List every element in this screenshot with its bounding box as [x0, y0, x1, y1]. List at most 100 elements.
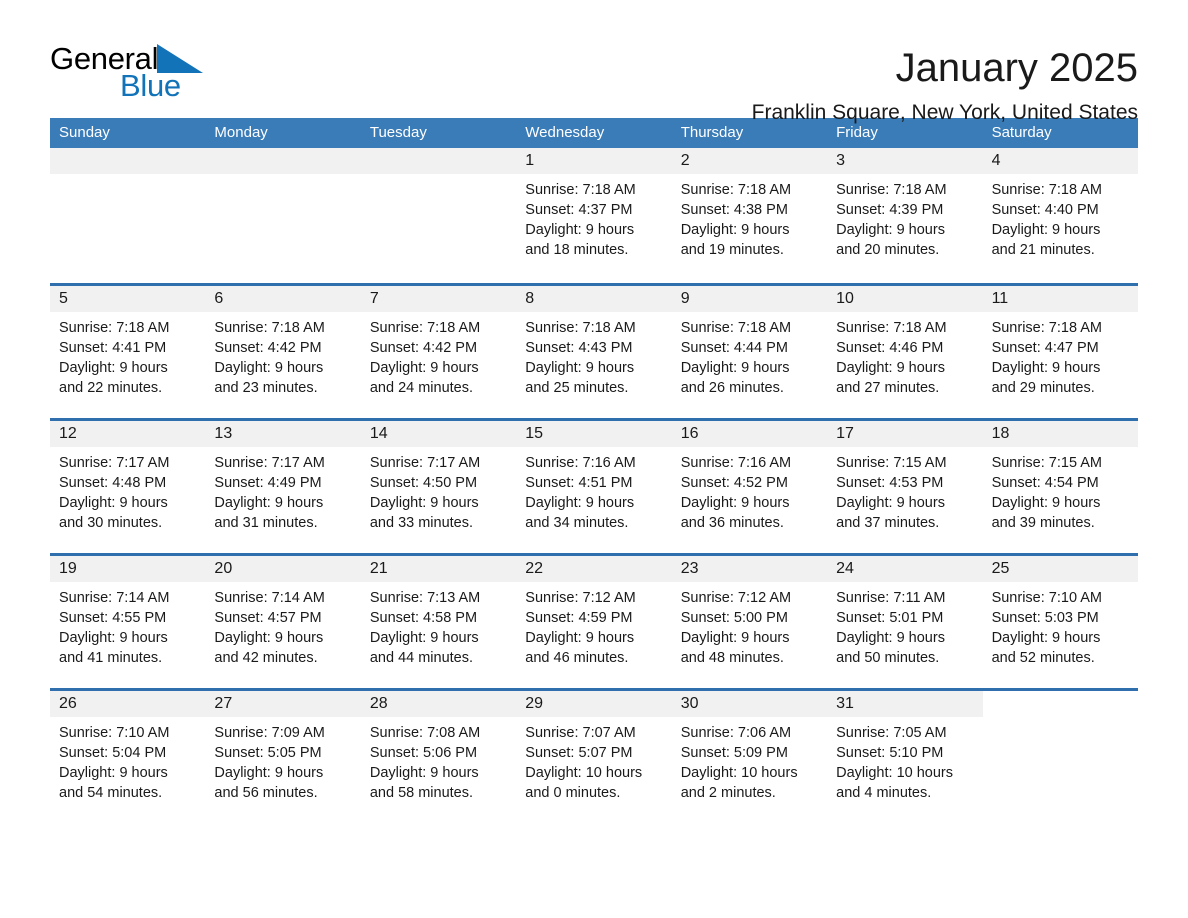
day-number: 31	[827, 691, 983, 717]
day-info: Sunrise: 7:16 AM Sunset: 4:52 PM Dayligh…	[672, 447, 827, 533]
day-cell[interactable]: 7 Sunrise: 7:18 AM Sunset: 4:42 PM Dayli…	[360, 286, 517, 418]
day-cell[interactable]: 22 Sunrise: 7:12 AM Sunset: 4:59 PM Dayl…	[516, 556, 672, 688]
day-number: 1	[516, 148, 672, 174]
daylight-text-line2: and 50 minutes.	[836, 650, 940, 666]
daylight-text-line1: Daylight: 10 hours	[680, 765, 798, 781]
day-number: 24	[827, 556, 983, 582]
day-cell[interactable]: 14 Sunrise: 7:17 AM Sunset: 4:50 PM Dayl…	[360, 421, 517, 553]
day-number: 17	[827, 421, 983, 447]
daylight-text-line1: Daylight: 9 hours	[59, 360, 168, 376]
daylight-text-line2: and 30 minutes.	[59, 515, 163, 531]
weekday-monday: Monday	[214, 124, 268, 141]
daylight-text-line2: and 56 minutes.	[214, 785, 318, 801]
day-cell[interactable]: 27 Sunrise: 7:09 AM Sunset: 5:05 PM Dayl…	[205, 691, 361, 823]
weekday-tuesday: Tuesday	[369, 124, 427, 141]
day-cell[interactable]: 31 Sunrise: 7:05 AM Sunset: 5:10 PM Dayl…	[827, 691, 983, 823]
daylight-text-line1: Daylight: 9 hours	[214, 765, 324, 781]
day-cell[interactable]: 11 Sunrise: 7:18 AM Sunset: 4:47 PM Dayl…	[982, 286, 1138, 418]
daylight-text-line2: and 58 minutes.	[369, 785, 474, 801]
weekday-thursday: Thursday	[680, 124, 744, 141]
week-row: 1 Sunrise: 7:18 AM Sunset: 4:37 PM Dayli…	[50, 148, 1138, 283]
day-info: Sunrise: 7:14 AM Sunset: 4:57 PM Dayligh…	[205, 582, 360, 668]
day-cell[interactable]: 15 Sunrise: 7:16 AM Sunset: 4:51 PM Dayl…	[516, 421, 672, 553]
daylight-text-line1: Daylight: 9 hours	[836, 630, 945, 646]
daylight-text-line2: and 21 minutes.	[991, 242, 1095, 258]
day-cell[interactable]: 10 Sunrise: 7:18 AM Sunset: 4:46 PM Dayl…	[827, 286, 983, 418]
daylight-text-line2: and 41 minutes.	[59, 650, 163, 666]
day-info: Sunrise: 7:18 AM Sunset: 4:41 PM Dayligh…	[50, 312, 205, 398]
sunset-text: Sunset: 4:54 PM	[991, 475, 1099, 491]
day-cell[interactable]: 17 Sunrise: 7:15 AM Sunset: 4:53 PM Dayl…	[827, 421, 983, 553]
daylight-text-line1: Daylight: 9 hours	[59, 495, 168, 511]
daylight-text-line1: Daylight: 9 hours	[680, 360, 790, 376]
sunset-text: Sunset: 4:48 PM	[59, 475, 167, 491]
daylight-text-line2: and 29 minutes.	[991, 380, 1095, 396]
day-cell[interactable]: 20 Sunrise: 7:14 AM Sunset: 4:57 PM Dayl…	[205, 556, 361, 688]
day-cell[interactable]: 30 Sunrise: 7:06 AM Sunset: 5:09 PM Dayl…	[671, 691, 828, 823]
daylight-text-line1: Daylight: 10 hours	[836, 765, 954, 781]
day-cell[interactable]: 18 Sunrise: 7:15 AM Sunset: 4:54 PM Dayl…	[982, 421, 1138, 553]
sunrise-text: Sunrise: 7:16 AM	[680, 455, 792, 471]
sunrise-text: Sunrise: 7:09 AM	[214, 725, 325, 741]
sunset-text: Sunset: 4:39 PM	[836, 202, 944, 218]
day-info: Sunrise: 7:18 AM Sunset: 4:38 PM Dayligh…	[672, 174, 827, 260]
sunrise-text: Sunrise: 7:18 AM	[525, 320, 636, 336]
day-number: 6	[205, 286, 361, 312]
day-cell[interactable]: 21 Sunrise: 7:13 AM Sunset: 4:58 PM Dayl…	[360, 556, 517, 688]
weekday-wednesday: Wednesday	[525, 124, 605, 141]
daylight-text-line2: and 36 minutes.	[680, 515, 784, 531]
sunset-text: Sunset: 4:51 PM	[525, 475, 633, 491]
daylight-text-line1: Daylight: 9 hours	[836, 222, 945, 238]
sunrise-text: Sunrise: 7:10 AM	[59, 725, 170, 741]
day-info	[50, 174, 205, 180]
sunset-text: Sunset: 5:04 PM	[59, 745, 167, 761]
daylight-text-line2: and 19 minutes.	[680, 242, 784, 258]
day-cell[interactable]: 19 Sunrise: 7:14 AM Sunset: 4:55 PM Dayl…	[50, 556, 206, 688]
sunset-text: Sunset: 4:38 PM	[680, 202, 788, 218]
day-number: 22	[516, 556, 672, 582]
day-info: Sunrise: 7:12 AM Sunset: 5:00 PM Dayligh…	[672, 582, 827, 668]
day-number: 5	[50, 286, 206, 312]
daylight-text-line1: Daylight: 9 hours	[991, 630, 1101, 646]
day-cell[interactable]: 16 Sunrise: 7:16 AM Sunset: 4:52 PM Dayl…	[671, 421, 828, 553]
daylight-text-line2: and 4 minutes.	[836, 785, 932, 801]
day-cell[interactable]: 3 Sunrise: 7:18 AM Sunset: 4:39 PM Dayli…	[827, 148, 983, 283]
day-info: Sunrise: 7:09 AM Sunset: 5:05 PM Dayligh…	[205, 717, 360, 803]
day-cell[interactable]: 2 Sunrise: 7:18 AM Sunset: 4:38 PM Dayli…	[671, 148, 828, 283]
day-number	[50, 148, 206, 174]
day-cell[interactable]: 26 Sunrise: 7:10 AM Sunset: 5:04 PM Dayl…	[50, 691, 206, 823]
page-header: General Blue January 2025 Franklin Squar…	[50, 0, 1138, 125]
sunset-text: Sunset: 5:00 PM	[680, 610, 788, 626]
day-cell[interactable]: 1 Sunrise: 7:18 AM Sunset: 4:37 PM Dayli…	[516, 148, 672, 283]
daylight-text-line1: Daylight: 9 hours	[680, 222, 790, 238]
general-blue-logo: General Blue	[50, 42, 250, 108]
day-info	[983, 717, 1138, 723]
sunset-text: Sunset: 4:50 PM	[369, 475, 478, 491]
day-cell[interactable]: 23 Sunrise: 7:12 AM Sunset: 5:00 PM Dayl…	[671, 556, 828, 688]
day-cell[interactable]: 12 Sunrise: 7:17 AM Sunset: 4:48 PM Dayl…	[50, 421, 206, 553]
day-cell[interactable]: 29 Sunrise: 7:07 AM Sunset: 5:07 PM Dayl…	[516, 691, 672, 823]
daylight-text-line2: and 39 minutes.	[991, 515, 1095, 531]
daylight-text-line1: Daylight: 9 hours	[214, 495, 324, 511]
day-number: 27	[205, 691, 361, 717]
day-cell[interactable]: 5 Sunrise: 7:18 AM Sunset: 4:41 PM Dayli…	[50, 286, 206, 418]
sunrise-text: Sunrise: 7:17 AM	[369, 455, 481, 471]
sunset-text: Sunset: 4:49 PM	[214, 475, 322, 491]
day-cell[interactable]: 4 Sunrise: 7:18 AM Sunset: 4:40 PM Dayli…	[982, 148, 1138, 283]
day-cell[interactable]: 28 Sunrise: 7:08 AM Sunset: 5:06 PM Dayl…	[360, 691, 517, 823]
sunset-text: Sunset: 5:05 PM	[214, 745, 322, 761]
day-cell[interactable]: 13 Sunrise: 7:17 AM Sunset: 4:49 PM Dayl…	[205, 421, 361, 553]
daylight-text-line2: and 24 minutes.	[369, 380, 474, 396]
day-cell[interactable]: 25 Sunrise: 7:10 AM Sunset: 5:03 PM Dayl…	[982, 556, 1138, 688]
day-info: Sunrise: 7:17 AM Sunset: 4:49 PM Dayligh…	[205, 447, 360, 533]
day-cell[interactable]: 24 Sunrise: 7:11 AM Sunset: 5:01 PM Dayl…	[827, 556, 983, 688]
day-cell[interactable]: 8 Sunrise: 7:18 AM Sunset: 4:43 PM Dayli…	[516, 286, 672, 418]
daylight-text-line1: Daylight: 9 hours	[836, 495, 945, 511]
day-cell[interactable]: 6 Sunrise: 7:18 AM Sunset: 4:42 PM Dayli…	[205, 286, 361, 418]
weekday-sunday: Sunday	[59, 124, 110, 141]
day-number: 26	[50, 691, 206, 717]
daylight-text-line1: Daylight: 9 hours	[525, 630, 635, 646]
sunrise-text: Sunrise: 7:18 AM	[525, 182, 636, 198]
day-info: Sunrise: 7:16 AM Sunset: 4:51 PM Dayligh…	[516, 447, 671, 533]
day-cell[interactable]: 9 Sunrise: 7:18 AM Sunset: 4:44 PM Dayli…	[671, 286, 828, 418]
